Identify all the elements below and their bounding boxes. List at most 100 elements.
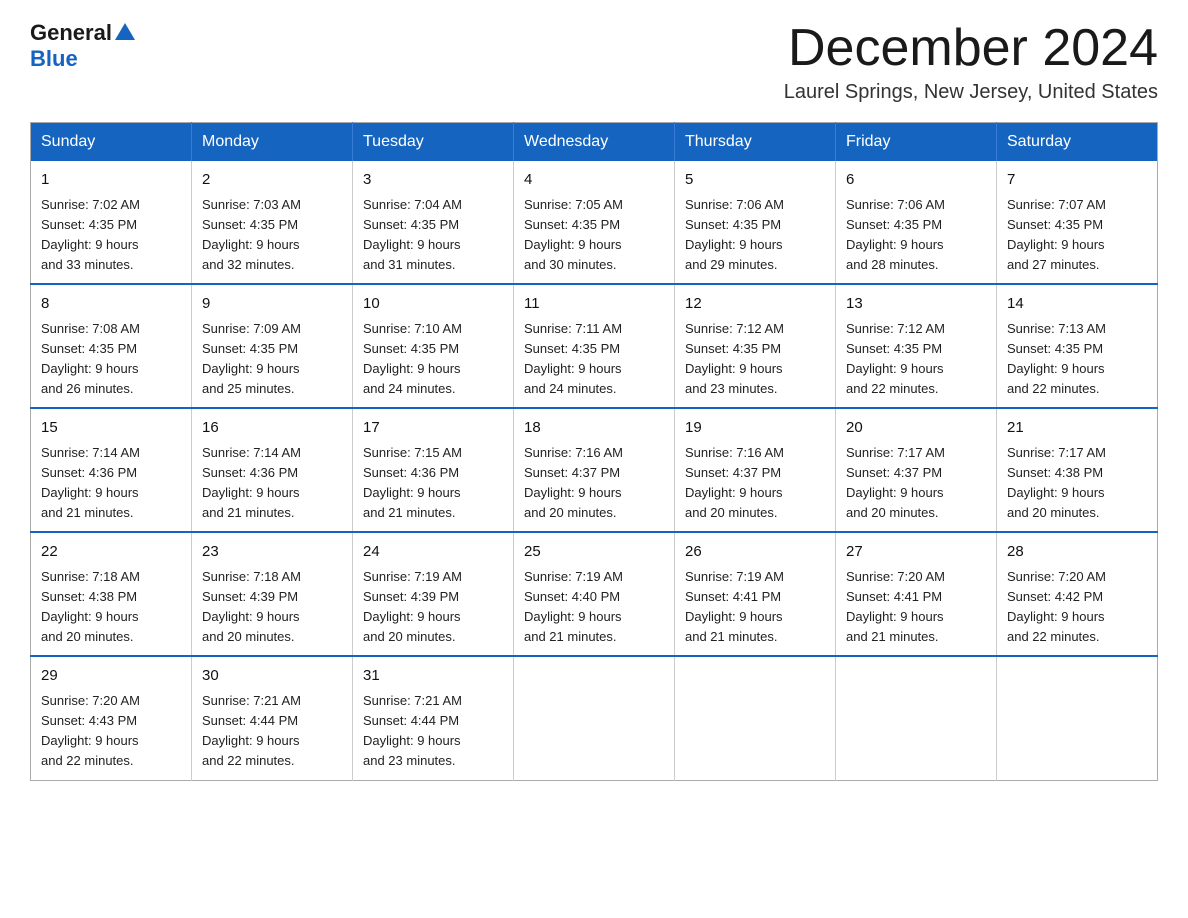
page-header: General Blue December 2024 Laurel Spring… <box>30 20 1158 104</box>
day-number: 3 <box>363 169 503 192</box>
day-info: Sunrise: 7:18 AMSunset: 4:39 PMDaylight:… <box>202 567 342 648</box>
day-number: 6 <box>846 169 986 192</box>
day-number: 25 <box>524 541 664 564</box>
calendar-cell: 1 Sunrise: 7:02 AMSunset: 4:35 PMDaylight… <box>31 161 192 284</box>
day-number: 27 <box>846 541 986 564</box>
day-info: Sunrise: 7:02 AMSunset: 4:35 PMDaylight:… <box>41 195 181 276</box>
day-number: 15 <box>41 417 181 440</box>
day-info: Sunrise: 7:17 AMSunset: 4:37 PMDaylight:… <box>846 443 986 524</box>
day-info: Sunrise: 7:16 AMSunset: 4:37 PMDaylight:… <box>685 443 825 524</box>
weekday-header-monday: Monday <box>192 123 353 162</box>
day-info: Sunrise: 7:12 AMSunset: 4:35 PMDaylight:… <box>846 319 986 400</box>
calendar-cell: 6 Sunrise: 7:06 AMSunset: 4:35 PMDaylight… <box>836 161 997 284</box>
calendar-cell: 20 Sunrise: 7:17 AMSunset: 4:37 PMDayligh… <box>836 408 997 532</box>
day-number: 9 <box>202 293 342 316</box>
calendar-cell <box>675 656 836 780</box>
day-info: Sunrise: 7:14 AMSunset: 4:36 PMDaylight:… <box>41 443 181 524</box>
day-number: 17 <box>363 417 503 440</box>
day-number: 13 <box>846 293 986 316</box>
calendar-cell: 14Sunrise: 7:13 AMSunset: 4:35 PMDayligh… <box>997 284 1158 408</box>
day-number: 20 <box>846 417 986 440</box>
calendar-cell <box>514 656 675 780</box>
day-number: 28 <box>1007 541 1147 564</box>
day-info: Sunrise: 7:19 AMSunset: 4:40 PMDaylight:… <box>524 567 664 648</box>
logo: General Blue <box>30 20 135 72</box>
calendar-header: SundayMondayTuesdayWednesdayThursdayFrid… <box>31 123 1158 162</box>
calendar-cell: 15 Sunrise: 7:14 AMSunset: 4:36 PMDayligh… <box>31 408 192 532</box>
calendar-cell: 22 Sunrise: 7:18 AMSunset: 4:38 PMDayligh… <box>31 532 192 656</box>
calendar-cell: 16 Sunrise: 7:14 AMSunset: 4:36 PMDayligh… <box>192 408 353 532</box>
calendar-cell: 31 Sunrise: 7:21 AMSunset: 4:44 PMDayligh… <box>353 656 514 780</box>
logo-triangle-icon <box>115 23 135 40</box>
day-info: Sunrise: 7:12 AMSunset: 4:35 PMDaylight:… <box>685 319 825 400</box>
logo-blue-text: Blue <box>30 46 78 71</box>
calendar-cell: 5Sunrise: 7:06 AMSunset: 4:35 PMDaylight… <box>675 161 836 284</box>
day-info: Sunrise: 7:05 AMSunset: 4:35 PMDaylight:… <box>524 195 664 276</box>
calendar-cell <box>836 656 997 780</box>
calendar-cell: 13 Sunrise: 7:12 AMSunset: 4:35 PMDayligh… <box>836 284 997 408</box>
day-number: 22 <box>41 541 181 564</box>
day-info: Sunrise: 7:04 AMSunset: 4:35 PMDaylight:… <box>363 195 503 276</box>
day-number: 8 <box>41 293 181 316</box>
day-number: 1 <box>41 169 181 192</box>
day-number: 16 <box>202 417 342 440</box>
calendar-cell: 26 Sunrise: 7:19 AMSunset: 4:41 PMDayligh… <box>675 532 836 656</box>
day-info: Sunrise: 7:21 AMSunset: 4:44 PMDaylight:… <box>363 691 503 772</box>
day-info: Sunrise: 7:06 AMSunset: 4:35 PMDaylight:… <box>846 195 986 276</box>
calendar-cell: 4 Sunrise: 7:05 AMSunset: 4:35 PMDaylight… <box>514 161 675 284</box>
calendar-cell <box>997 656 1158 780</box>
day-number: 31 <box>363 665 503 688</box>
day-number: 29 <box>41 665 181 688</box>
day-info: Sunrise: 7:16 AMSunset: 4:37 PMDaylight:… <box>524 443 664 524</box>
calendar-cell: 3 Sunrise: 7:04 AMSunset: 4:35 PMDaylight… <box>353 161 514 284</box>
day-number: 19 <box>685 417 825 440</box>
calendar-cell: 27Sunrise: 7:20 AMSunset: 4:41 PMDayligh… <box>836 532 997 656</box>
location-title: Laurel Springs, New Jersey, United State… <box>784 81 1158 104</box>
weekday-header-friday: Friday <box>836 123 997 162</box>
day-number: 2 <box>202 169 342 192</box>
day-number: 4 <box>524 169 664 192</box>
calendar-cell: 29 Sunrise: 7:20 AMSunset: 4:43 PMDayligh… <box>31 656 192 780</box>
calendar-cell: 28 Sunrise: 7:20 AMSunset: 4:42 PMDayligh… <box>997 532 1158 656</box>
day-info: Sunrise: 7:03 AMSunset: 4:35 PMDaylight:… <box>202 195 342 276</box>
day-number: 30 <box>202 665 342 688</box>
day-info: Sunrise: 7:11 AMSunset: 4:35 PMDaylight:… <box>524 319 664 400</box>
day-info: Sunrise: 7:15 AMSunset: 4:36 PMDaylight:… <box>363 443 503 524</box>
day-info: Sunrise: 7:14 AMSunset: 4:36 PMDaylight:… <box>202 443 342 524</box>
calendar-cell: 21Sunrise: 7:17 AMSunset: 4:38 PMDayligh… <box>997 408 1158 532</box>
day-number: 5 <box>685 169 825 192</box>
calendar-cell: 30 Sunrise: 7:21 AMSunset: 4:44 PMDayligh… <box>192 656 353 780</box>
day-info: Sunrise: 7:07 AMSunset: 4:35 PMDaylight:… <box>1007 195 1147 276</box>
day-info: Sunrise: 7:19 AMSunset: 4:39 PMDaylight:… <box>363 567 503 648</box>
day-number: 14 <box>1007 293 1147 316</box>
day-info: Sunrise: 7:21 AMSunset: 4:44 PMDaylight:… <box>202 691 342 772</box>
calendar-table: SundayMondayTuesdayWednesdayThursdayFrid… <box>30 122 1158 780</box>
calendar-cell: 9 Sunrise: 7:09 AMSunset: 4:35 PMDaylight… <box>192 284 353 408</box>
calendar-cell: 11Sunrise: 7:11 AMSunset: 4:35 PMDayligh… <box>514 284 675 408</box>
day-info: Sunrise: 7:10 AMSunset: 4:35 PMDaylight:… <box>363 319 503 400</box>
day-info: Sunrise: 7:18 AMSunset: 4:38 PMDaylight:… <box>41 567 181 648</box>
day-info: Sunrise: 7:08 AMSunset: 4:35 PMDaylight:… <box>41 319 181 400</box>
calendar-cell: 17 Sunrise: 7:15 AMSunset: 4:36 PMDayligh… <box>353 408 514 532</box>
day-number: 26 <box>685 541 825 564</box>
calendar-cell: 24 Sunrise: 7:19 AMSunset: 4:39 PMDayligh… <box>353 532 514 656</box>
calendar-cell: 23 Sunrise: 7:18 AMSunset: 4:39 PMDayligh… <box>192 532 353 656</box>
day-number: 10 <box>363 293 503 316</box>
weekday-header-wednesday: Wednesday <box>514 123 675 162</box>
calendar-cell: 12Sunrise: 7:12 AMSunset: 4:35 PMDayligh… <box>675 284 836 408</box>
day-info: Sunrise: 7:20 AMSunset: 4:43 PMDaylight:… <box>41 691 181 772</box>
day-number: 23 <box>202 541 342 564</box>
weekday-header-tuesday: Tuesday <box>353 123 514 162</box>
title-section: December 2024 Laurel Springs, New Jersey… <box>784 20 1158 104</box>
day-info: Sunrise: 7:09 AMSunset: 4:35 PMDaylight:… <box>202 319 342 400</box>
day-info: Sunrise: 7:17 AMSunset: 4:38 PMDaylight:… <box>1007 443 1147 524</box>
weekday-header-thursday: Thursday <box>675 123 836 162</box>
calendar-cell: 7 Sunrise: 7:07 AMSunset: 4:35 PMDaylight… <box>997 161 1158 284</box>
day-info: Sunrise: 7:19 AMSunset: 4:41 PMDaylight:… <box>685 567 825 648</box>
day-info: Sunrise: 7:20 AMSunset: 4:42 PMDaylight:… <box>1007 567 1147 648</box>
month-title: December 2024 <box>784 20 1158 77</box>
calendar-cell: 19 Sunrise: 7:16 AMSunset: 4:37 PMDayligh… <box>675 408 836 532</box>
day-number: 24 <box>363 541 503 564</box>
day-number: 7 <box>1007 169 1147 192</box>
calendar-cell: 25 Sunrise: 7:19 AMSunset: 4:40 PMDayligh… <box>514 532 675 656</box>
